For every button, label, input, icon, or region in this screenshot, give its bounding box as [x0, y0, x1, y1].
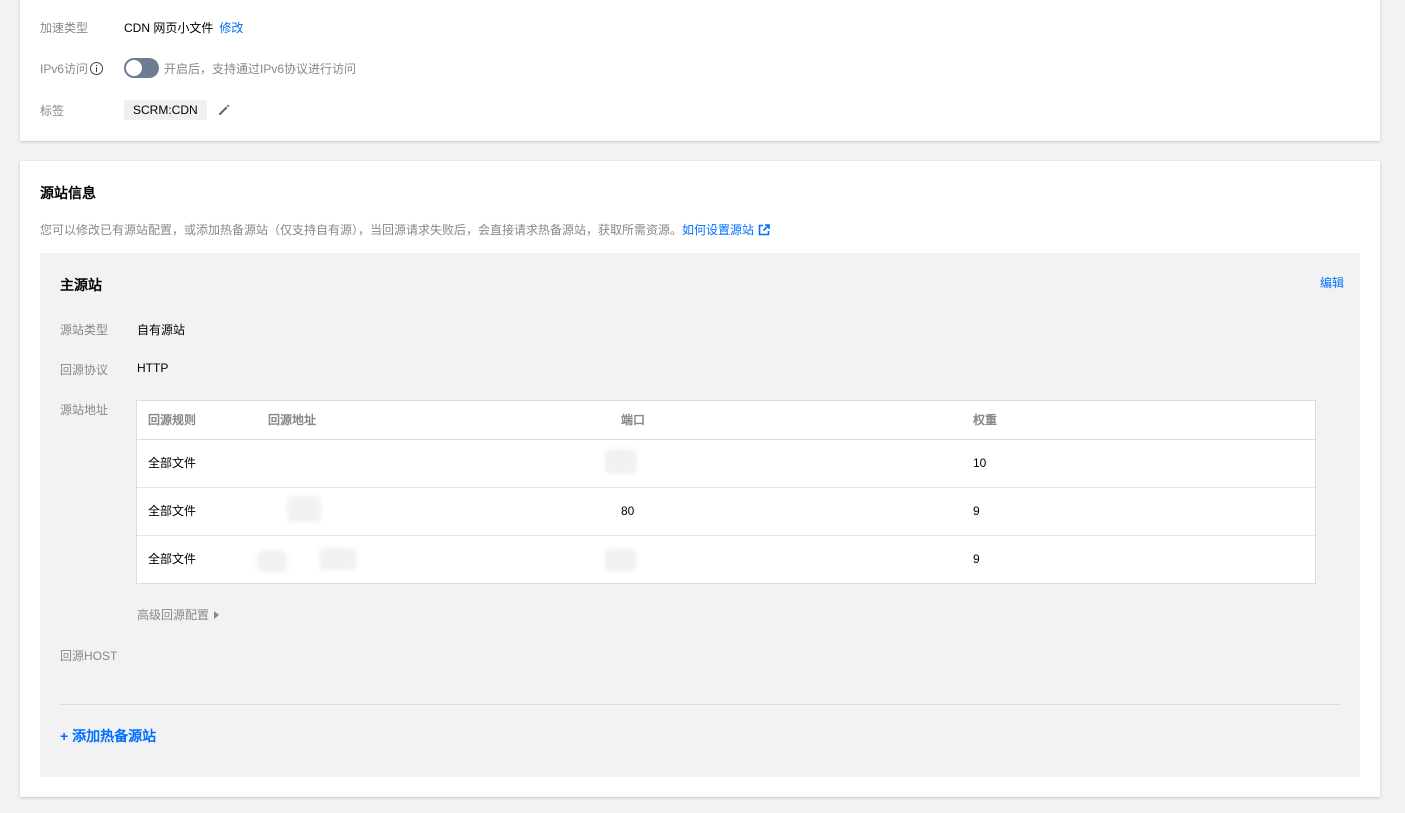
origin-section-title: 源站信息 — [40, 185, 96, 201]
tag-label: 标签 — [40, 103, 65, 118]
primary-origin-edit-link[interactable]: 编辑 — [1320, 274, 1344, 291]
accel-type-row: 加速类型 CDN 网页小文件 修改 — [40, 17, 243, 37]
row-rule: 全部文件 — [148, 552, 197, 566]
col-port-header: 端口 — [621, 413, 646, 427]
ipv6-toggle[interactable] — [124, 58, 159, 78]
origin-host-label: 回源HOST — [60, 649, 118, 663]
toggle-knob — [126, 60, 142, 76]
table-header: 回源规则 回源地址 端口 权重 — [137, 401, 1315, 440]
row-weight: 10 — [973, 456, 987, 470]
redacted-port — [605, 549, 637, 571]
row-rule: 全部文件 — [148, 504, 197, 518]
row-weight: 9 — [973, 504, 980, 518]
row-port: 80 — [621, 504, 635, 518]
origin-host-row: 回源HOST — [60, 647, 137, 664]
accel-type-label: 加速类型 — [40, 20, 89, 35]
row-rule: 全部文件 — [148, 456, 197, 470]
tag-row: 标签 SCRM:CDN — [40, 100, 231, 120]
col-address-header: 回源地址 — [268, 413, 317, 427]
origin-info-card: 源站信息 您可以修改已有源站配置，或添加热备源站（仅支持自有源），当回源请求失败… — [20, 161, 1380, 797]
table-row: 全部文件 80 9 — [137, 488, 1315, 536]
tag-chip: SCRM:CDN — [124, 100, 207, 120]
pencil-icon[interactable] — [217, 103, 231, 117]
redacted-address — [257, 550, 287, 572]
table-row: 全部文件 10 — [137, 440, 1315, 488]
origin-address-label: 源站地址 — [60, 403, 109, 417]
origin-type-value: 自有源站 — [137, 323, 186, 337]
origin-protocol-label: 回源协议 — [60, 363, 109, 377]
accel-type-value: CDN 网页小文件 — [124, 20, 214, 35]
col-rule-header: 回源规则 — [148, 413, 197, 427]
col-weight-header: 权重 — [973, 413, 998, 427]
row-weight: 9 — [973, 552, 980, 566]
redacted-port — [605, 449, 637, 474]
ipv6-desc: 开启后，支持通过IPv6协议进行访问 — [164, 61, 357, 76]
advanced-origin-config-toggle[interactable]: 高级回源配置 — [137, 606, 220, 623]
origin-protocol-row: 回源协议 HTTP — [60, 361, 168, 378]
origin-address-table: 回源规则 回源地址 端口 权重 全部文件 10 全部文件 80 9 全部文件 9 — [136, 400, 1316, 584]
external-link-icon[interactable] — [758, 223, 770, 236]
basic-config-card: 加速类型 CDN 网页小文件 修改 IPv6访问 开启后，支持通过IPv6协议进… — [20, 0, 1380, 141]
origin-desc-text: 您可以修改已有源站配置，或添加热备源站（仅支持自有源），当回源请求失败后，会直接… — [40, 223, 683, 237]
origin-address-row: 源站地址 — [60, 401, 137, 418]
accel-type-modify-link[interactable]: 修改 — [219, 19, 243, 36]
ipv6-row: IPv6访问 开启后，支持通过IPv6协议进行访问 — [40, 58, 356, 78]
add-hot-backup-origin-button[interactable]: + 添加热备源站 — [60, 726, 156, 746]
origin-type-row: 源站类型 自有源站 — [60, 321, 185, 338]
table-row: 全部文件 9 — [137, 536, 1315, 584]
caret-right-icon — [214, 610, 220, 619]
origin-desc: 您可以修改已有源站配置，或添加热备源站（仅支持自有源），当回源请求失败后，会直接… — [40, 221, 770, 238]
primary-origin-title: 主源站 — [60, 277, 102, 293]
primary-origin-panel: 主源站 编辑 源站类型 自有源站 回源协议 HTTP 源站地址 回源规则 回源地… — [40, 253, 1360, 777]
advanced-origin-config-label: 高级回源配置 — [137, 608, 210, 622]
ipv6-label-wrap: IPv6访问 — [40, 60, 124, 77]
divider — [60, 704, 1340, 705]
redacted-address — [287, 496, 321, 522]
redacted-address — [319, 548, 357, 570]
origin-protocol-value: HTTP — [137, 361, 169, 375]
ipv6-label: IPv6访问 — [40, 61, 89, 76]
origin-help-link[interactable]: 如何设置源站 — [682, 221, 754, 238]
info-icon[interactable] — [90, 61, 104, 75]
origin-type-label: 源站类型 — [60, 323, 109, 337]
